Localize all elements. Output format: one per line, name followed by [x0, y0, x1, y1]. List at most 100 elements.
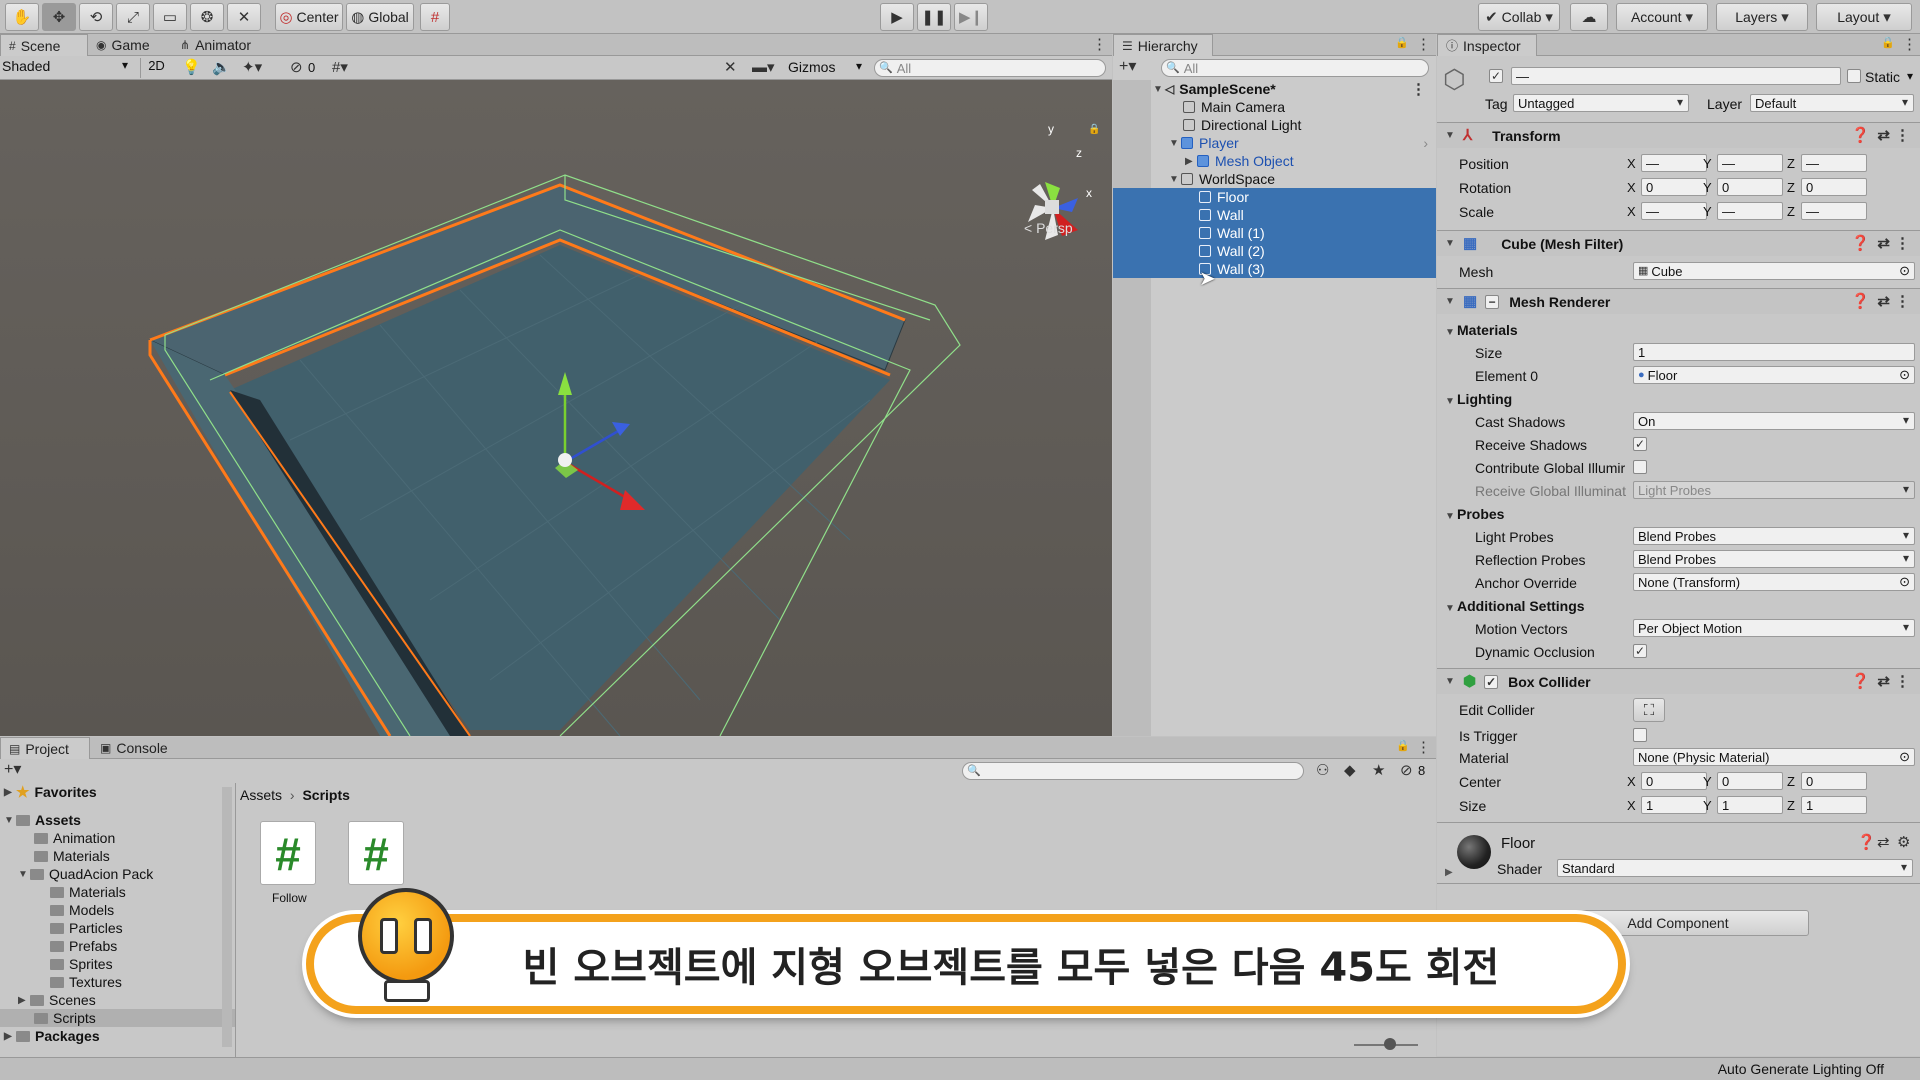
project-search-input[interactable]: 🔍 [962, 762, 1304, 780]
tree-folder[interactable]: Models [0, 901, 235, 919]
shader-dropdown[interactable]: Standard [1557, 859, 1913, 877]
hierarchy-item[interactable]: ▼ Player › [1113, 134, 1436, 152]
script-file[interactable]: # Follow [258, 821, 324, 911]
tree-folder[interactable]: Sprites [0, 955, 235, 973]
preset-icon[interactable]: ⇄ [1877, 236, 1890, 251]
tree-folder[interactable]: ▶ Scenes [0, 991, 235, 1009]
object-picker-icon[interactable]: ⊙ [1899, 263, 1910, 279]
tab-console[interactable]: ▣ Console [92, 737, 176, 759]
help-icon[interactable]: ❓ [1857, 835, 1876, 850]
object-picker-icon[interactable]: ⊙ [1899, 574, 1910, 590]
camera-icon[interactable]: ▬▾ [752, 60, 775, 75]
tree-folder[interactable]: Animation [0, 829, 235, 847]
step-button[interactable]: ▶❙ [954, 3, 988, 31]
cloud-button[interactable]: ☁ [1570, 3, 1608, 31]
tree-folder[interactable]: Materials [0, 883, 235, 901]
hierarchy-item[interactable]: Directional Light [1113, 116, 1436, 134]
kebab-menu-icon[interactable]: ⋮ [1411, 82, 1426, 97]
breadcrumb-assets[interactable]: Assets [240, 787, 282, 803]
anchor-override-field[interactable]: None (Transform) ⊙ [1633, 573, 1915, 591]
preset-icon[interactable]: ⇄ [1877, 674, 1890, 689]
transform-tool-button[interactable]: ❂ [190, 3, 224, 31]
kebab-menu-icon[interactable]: ⋮ [1895, 128, 1910, 143]
gear-icon[interactable]: ⚙ [1897, 835, 1910, 850]
tree-folder[interactable]: Particles [0, 919, 235, 937]
kebab-menu-icon[interactable]: ⋮ [1092, 37, 1107, 52]
packages-row[interactable]: ▶ Packages [0, 1027, 235, 1045]
receive-shadows-checkbox[interactable]: ✓ [1633, 437, 1647, 451]
audio-icon[interactable]: 🔈 [212, 60, 231, 75]
filter-type-icon[interactable]: ⚇ [1316, 763, 1329, 778]
preset-icon[interactable]: ⇄ [1877, 128, 1890, 143]
pivot-center-button[interactable]: ◎ Center [275, 3, 343, 31]
scale-tool-button[interactable]: ⤢ [116, 3, 150, 31]
contribute-gi-checkbox[interactable] [1633, 460, 1647, 474]
position-x-input[interactable]: — [1641, 154, 1707, 172]
collider-size-x-input[interactable]: 1 [1641, 796, 1707, 814]
hierarchy-item-selected[interactable]: Wall (1) [1113, 224, 1436, 242]
edit-collider-button[interactable]: ⛶ [1633, 698, 1665, 722]
mesh-renderer-header[interactable]: ▼ ▦ − Mesh Renderer ❓ ⇄ ⋮ [1437, 288, 1920, 314]
scene-search-input[interactable]: 🔍 All [874, 59, 1106, 77]
hand-tool-button[interactable]: ✋ [5, 3, 39, 31]
help-icon[interactable]: ❓ [1851, 674, 1870, 689]
icon-size-slider-thumb[interactable] [1384, 1038, 1396, 1050]
rotation-y-input[interactable]: 0 [1717, 178, 1783, 196]
tab-project[interactable]: ▤ Project [0, 737, 90, 759]
kebab-menu-icon[interactable]: ⋮ [1416, 740, 1431, 755]
element0-field[interactable]: ● Floor ⊙ [1633, 366, 1915, 384]
add-icon[interactable]: +▾ [4, 762, 21, 778]
object-picker-icon[interactable]: ⊙ [1899, 367, 1910, 383]
chevron-right-icon[interactable]: › [1423, 135, 1428, 151]
tag-dropdown[interactable]: Untagged [1513, 94, 1689, 112]
snap-button[interactable]: # [420, 3, 450, 31]
position-y-input[interactable]: — [1717, 154, 1783, 172]
static-checkbox[interactable] [1847, 69, 1861, 83]
object-picker-icon[interactable]: ⊙ [1899, 749, 1910, 765]
layers-button[interactable]: Layers ▾ [1716, 3, 1808, 31]
account-button[interactable]: Account ▾ [1616, 3, 1708, 31]
help-icon[interactable]: ❓ [1851, 294, 1870, 309]
help-icon[interactable]: ❓ [1851, 236, 1870, 251]
kebab-menu-icon[interactable]: ⋮ [1902, 37, 1917, 52]
scale-x-input[interactable]: — [1641, 202, 1707, 220]
shading-mode-dropdown[interactable]: Shaded ▾ [0, 58, 132, 78]
breadcrumb-scripts[interactable]: Scripts [302, 787, 349, 803]
probes-foldout[interactable]: ▼ Probes [1445, 506, 1504, 522]
rotation-z-input[interactable]: 0 [1801, 178, 1867, 196]
tree-folder[interactable]: Prefabs [0, 937, 235, 955]
scale-y-input[interactable]: — [1717, 202, 1783, 220]
material-foldout-icon[interactable]: ▶ [1445, 867, 1453, 878]
kebab-menu-icon[interactable]: ⋮ [1416, 37, 1431, 52]
hierarchy-search-input[interactable]: 🔍 All [1161, 59, 1429, 77]
mesh-object-field[interactable]: ▦ Cube ⊙ [1633, 262, 1915, 280]
rotate-tool-button[interactable]: ⟲ [79, 3, 113, 31]
collider-size-z-input[interactable]: 1 [1801, 796, 1867, 814]
motion-vectors-dropdown[interactable]: Per Object Motion [1633, 619, 1915, 637]
lock-icon[interactable]: 🔒 [1881, 38, 1895, 49]
play-button[interactable]: ▶ [880, 3, 914, 31]
tree-folder[interactable]: Materials [0, 847, 235, 865]
add-icon[interactable]: +▾ [1119, 59, 1136, 75]
tab-hierarchy[interactable]: ☰ Hierarchy [1113, 34, 1213, 56]
grid-toggle-icon[interactable]: #▾ [332, 60, 348, 75]
custom-tool-button[interactable]: ✕ [227, 3, 261, 31]
kebab-menu-icon[interactable]: ⋮ [1895, 236, 1910, 251]
layer-dropdown[interactable]: Default [1750, 94, 1914, 112]
light-probes-dropdown[interactable]: Blend Probes [1633, 527, 1915, 545]
tab-scene[interactable]: # Scene [0, 34, 88, 56]
kebab-menu-icon[interactable]: ⋮ [1895, 674, 1910, 689]
position-z-input[interactable]: — [1801, 154, 1867, 172]
pause-button[interactable]: ❚❚ [917, 3, 951, 31]
is-trigger-checkbox[interactable] [1633, 728, 1647, 742]
cast-shadows-dropdown[interactable]: On [1633, 412, 1915, 430]
hierarchy-item[interactable]: ▶ Mesh Object [1113, 152, 1436, 170]
assets-row[interactable]: ▼ Assets [0, 811, 235, 829]
hierarchy-item[interactable]: Main Camera [1113, 98, 1436, 116]
rotation-x-input[interactable]: 0 [1641, 178, 1707, 196]
move-tool-button[interactable]: ✥ [42, 3, 76, 31]
layout-button[interactable]: Layout ▾ [1816, 3, 1912, 31]
mode-2d-toggle[interactable]: 2D [140, 58, 172, 78]
hierarchy-scene-row[interactable]: ▼ ◁ SampleScene* ⋮ [1113, 80, 1436, 98]
kebab-menu-icon[interactable]: ⋮ [1895, 294, 1910, 309]
